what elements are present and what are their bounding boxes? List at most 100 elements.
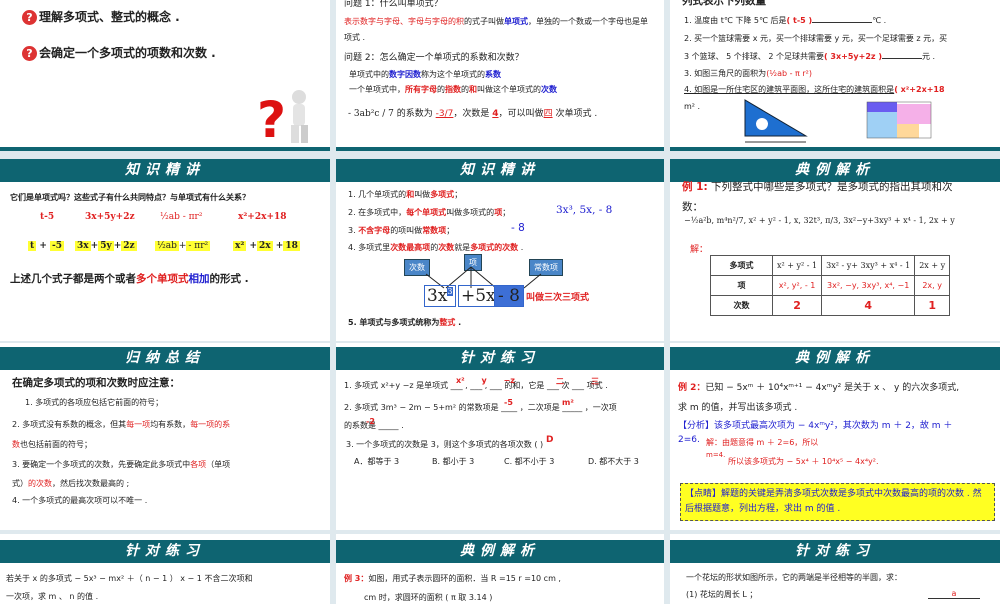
text: 每一项	[126, 420, 151, 429]
text: 多个单项式	[136, 273, 189, 285]
text: 的系数为	[396, 109, 433, 119]
floor-plan-figure	[862, 98, 937, 150]
text: 的	[437, 85, 445, 94]
text: 多项式的次数	[470, 243, 519, 252]
answer-coef: -3/7	[435, 109, 454, 119]
expr: ½ab - πr²	[160, 212, 203, 222]
example-expr: - 3ab²c / 7	[348, 109, 394, 119]
text: m² .	[684, 102, 701, 111]
cell: x², y², - 1	[771, 275, 823, 296]
goal-1: ? 理解多项式、整式的概念 .	[22, 8, 180, 25]
cell: x² + y² - 1	[771, 255, 823, 276]
text: ℃ .	[872, 16, 887, 25]
cell: 4	[821, 295, 916, 316]
analysis-cont: 2=6.	[678, 435, 700, 445]
term: ½ab	[155, 241, 179, 251]
analysis: 【分析】该多项式最高次项为 − 4xᵐy²，其次数为 m ＋ 2，故 m ＋	[678, 421, 953, 431]
exercise-2: 2. 多项式 3m³ − 2m − 5+m² 的常数项是 ____ ，二次项是 …	[344, 403, 617, 412]
answer: 三	[591, 377, 599, 386]
slide-bottom-bar	[670, 147, 1000, 151]
text: 3. 要确定一个多项式的次数，先要确定此多项式中	[12, 460, 191, 469]
slide-knowledge-1: 知识精讲 它们是单项式吗？这些式子有什么共同特点？与单项式有什么关系？ t-5 …	[0, 159, 330, 341]
def-blue: 单项式	[504, 17, 528, 26]
expr: 3x+5y+2z	[85, 212, 135, 222]
answer: (½ab - π r²)	[766, 69, 812, 78]
term: - πr²	[186, 241, 211, 251]
text: 所有字母	[405, 85, 437, 94]
summary-item-1: 1. 多项式的各项应包括它前面的符号；	[25, 398, 164, 407]
goal-text: 理解多项式、整式的概念 .	[39, 10, 180, 24]
text: 叫做	[414, 190, 431, 199]
solution: 所以该多项式为 − 5x⁴ ＋ 10⁴x⁵ − 4x⁴y².	[728, 457, 879, 466]
answer: D	[546, 435, 554, 445]
option-b[interactable]: B. 都小于 3	[432, 456, 474, 467]
cell: 3x², −y, 3xy³, x⁴, −1	[821, 275, 916, 296]
summary-item-4: 4. 一个多项式的最高次项可以不唯一 .	[12, 496, 148, 505]
conclusion: 上述几个式子都是两个或者多个单项式相加的形式 .	[10, 271, 249, 286]
exercise: 若关于 x 的多项式 − 5x³ − mx² ＋（ n − 1 ） x − 1 …	[6, 574, 253, 583]
slide-header: 针对练习	[670, 540, 1000, 563]
text: 叫做这个单项式的	[477, 85, 541, 94]
text: 5. 单项式与多项式统称为	[348, 318, 440, 327]
text: 的	[430, 243, 439, 252]
text: ，然后找次数最高的 ;	[52, 479, 130, 488]
option-d[interactable]: D. 都不大于 3	[588, 456, 639, 467]
text: 3.	[348, 226, 359, 235]
answer: x²	[456, 376, 465, 385]
text: 一个单项式中，	[349, 85, 405, 94]
text: 例 1:	[682, 181, 708, 193]
term: 2z	[121, 241, 137, 251]
answer: y	[481, 376, 487, 385]
cell: 项	[710, 275, 773, 296]
solution-label: 解：	[690, 245, 709, 255]
term: 18	[283, 241, 300, 251]
def-tail2: 项式 .	[344, 33, 366, 42]
split-expr-4: x² +2x +18	[233, 241, 300, 251]
text: ，可以叫做	[498, 109, 544, 119]
question-figure-icon: ?	[255, 85, 315, 149]
text: 1. 几个单项式的	[348, 190, 407, 199]
slide-title: 列式表示下列数量	[682, 0, 766, 7]
text: 整式	[439, 318, 456, 327]
answer: −z	[503, 376, 515, 385]
slide-list-expressions: 列式表示下列数量 1. 温度由 t℃ 下降 5℃ 后是( t-5 ) ℃ . 2.…	[670, 0, 1000, 151]
triangle-ruler-figure	[740, 98, 810, 150]
text: 单项式中的	[349, 70, 389, 79]
goal-text: 会确定一个多项式的项数和次数 .	[39, 46, 216, 60]
answer: ( t-5 )	[786, 16, 813, 25]
exercise-1-answers: x² y −z	[456, 376, 515, 385]
option-c[interactable]: C. 都不小于 3	[504, 456, 554, 467]
text: 每个单项式	[406, 208, 447, 217]
text: 数	[12, 440, 20, 449]
text: 次单项式 .	[555, 109, 598, 119]
text: 的	[461, 85, 469, 94]
cell: 2	[771, 295, 823, 316]
slide-header: 典例解析	[336, 540, 664, 563]
slide-monomial-review: 问题 1：什么叫单项式？ 表示数字与字母、字母与字母的积的式子叫做单项式，单独的…	[336, 0, 664, 151]
text: 下列整式中哪些是多项式？是多项式的指出其项和次	[711, 181, 953, 193]
split-expr-1: t + -5	[28, 241, 64, 251]
term: 2x	[257, 241, 273, 251]
slide-summary: 归纳总结 在确定多项式的项和次数时应注意： 1. 多项式的各项应包括它前面的符号…	[0, 343, 330, 530]
text: 叫做多项式的	[446, 208, 495, 217]
exercise-cont: (1) 花坛的周长 L ；	[686, 590, 758, 599]
text: ，次数是	[453, 109, 490, 119]
slide-example-1: 典例解析 例 1: 下列整式中哪些是多项式？是多项式的指出其项和次 数： −½a…	[670, 159, 1000, 341]
text: 次数	[438, 243, 455, 252]
text: 称为这个单项式的	[421, 70, 485, 79]
slide-header: 针对练习	[0, 540, 330, 563]
cell: 次数	[710, 295, 773, 316]
text: 4. 多项式里	[348, 243, 391, 252]
term-box-3: - 8	[494, 285, 524, 307]
text: 1. 温度由 t℃ 下降 5℃ 后是	[684, 16, 787, 25]
exercise: 一个花坛的形状如图所示，它的两端是半径相等的半圆，求：	[686, 573, 902, 582]
figure-dimension: a	[928, 589, 980, 599]
question-1: 问题 1：什么叫单项式？	[344, 0, 443, 9]
option-a[interactable]: A．都等于 3	[354, 456, 399, 467]
split-expr-3: ½ab + - πr²	[155, 241, 211, 251]
tip-box: 【点睛】解题的关键是弄清多项式次数是多项式中次数最高的项的次数 . 然后根据题意…	[680, 483, 995, 521]
text: 指数	[445, 85, 461, 94]
slide-header: 知识精讲	[336, 159, 664, 182]
slide-header: 归纳总结	[0, 347, 330, 370]
answer: m²	[562, 398, 574, 407]
